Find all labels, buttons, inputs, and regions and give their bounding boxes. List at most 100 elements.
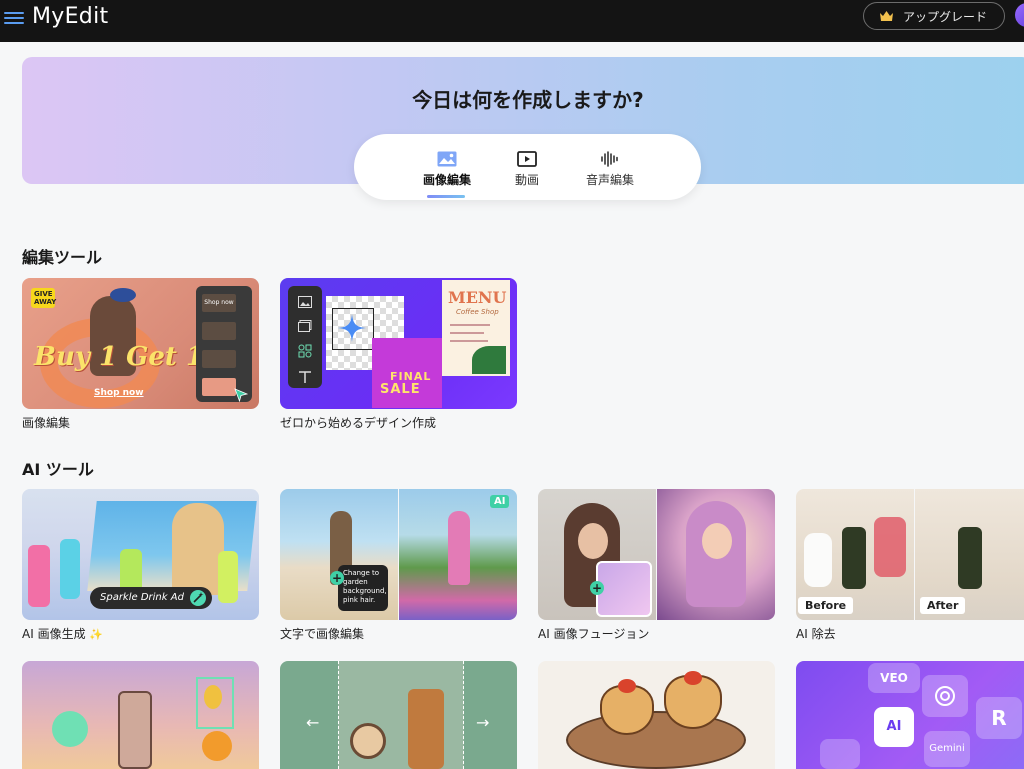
active-tab-indicator [427, 195, 465, 198]
openai-tile [922, 675, 968, 717]
brand-logo[interactable]: MyEdit [32, 4, 108, 29]
tool-card-ai-remove[interactable]: Before After AI 除去 [796, 489, 1024, 641]
butterfly-reference-thumb [596, 561, 652, 617]
section-title-ai-tools: AI ツール [22, 460, 94, 479]
menu-title: MENU [448, 288, 507, 307]
promo-text: Buy 1 Get 1 [34, 342, 205, 372]
tool-thumbnail: AI Change to garden background, pink hai… [280, 489, 517, 620]
tab-video[interactable]: 動画 [499, 134, 555, 200]
ai-badge: AI [490, 495, 510, 508]
tab-label: 画像編集 [422, 173, 471, 187]
tool-card-design[interactable]: FINAL SALE MENU Coffee Shop ゼロから始めるデザイン作… [280, 278, 517, 430]
tool-thumbnail: VEO R AI Gemini [796, 661, 1024, 769]
gemini-tile: Gemini [924, 731, 970, 767]
prompt-text: Sparkle Drink Ad [100, 592, 184, 603]
tool-card-text-image-edit[interactable]: AI Change to garden background, pink hai… [280, 489, 517, 641]
brush-mark [52, 711, 88, 747]
tool-card-row3-2[interactable]: ← → [280, 661, 517, 769]
hat-shape [110, 288, 136, 302]
avatar[interactable] [1015, 3, 1024, 27]
before-badge: Before [798, 597, 854, 614]
upgrade-label: アップグレード [903, 9, 988, 24]
flower-shape [202, 731, 232, 761]
audio-wave-icon [601, 151, 618, 167]
layer-thumb [202, 378, 236, 396]
design-toolbar [288, 286, 322, 388]
add-icon: + [330, 571, 344, 585]
veo-tile: VEO [868, 663, 920, 693]
layer-thumb: Shop now [202, 294, 236, 312]
layer-thumb [202, 350, 236, 368]
person-figure-shape [172, 503, 224, 595]
face-shape [702, 523, 732, 559]
tool-card-ai-image-generation[interactable]: Sparkle Drink Ad AI 画像生成 ✨ [22, 489, 259, 641]
app-tile [820, 739, 860, 769]
butterfly-shape [204, 685, 222, 709]
layer-thumb [202, 322, 236, 340]
strawberry-shape [684, 671, 702, 685]
tool-card-image-edit[interactable]: GIVE AWAY Buy 1 Get 1 Shop now Shop now … [22, 278, 259, 430]
tab-label: 動画 [514, 173, 539, 187]
shop-now-text: Shop now [94, 388, 144, 398]
upgrade-button[interactable]: アップグレード [863, 2, 1005, 30]
plate-shape [566, 711, 746, 769]
tool-card-label: AI 画像フュージョン [538, 627, 650, 641]
tool-thumbnail: Before After [796, 489, 1024, 620]
tool-thumbnail: FINAL SALE MENU Coffee Shop [280, 278, 517, 409]
bottle-shape [842, 527, 866, 589]
ai-tile: AI [874, 707, 914, 747]
crown-icon [880, 11, 893, 21]
magic-wand-icon [189, 590, 206, 606]
sparkle-icon: ✨ [89, 628, 104, 641]
tool-card-label: AI 画像生成 ✨ [22, 625, 103, 642]
giveaway-badge: GIVE AWAY [31, 288, 56, 308]
sparkle-icon [338, 314, 366, 342]
tab-image-edit[interactable]: 画像編集 [412, 134, 482, 200]
face-shape [578, 523, 608, 559]
candle-shape [350, 723, 386, 759]
arrow-left-icon: ← [306, 713, 320, 732]
section-title-edit-tools: 編集ツール [22, 248, 103, 267]
menu-line [450, 332, 484, 334]
menu-subtitle: Coffee Shop [456, 308, 499, 316]
tab-label: 音声編集 [585, 173, 634, 187]
tool-card-row3-1[interactable] [22, 661, 259, 769]
menu-line [450, 340, 488, 342]
tab-audio-edit[interactable]: 音声編集 [576, 134, 644, 200]
tool-card-row3-4[interactable]: VEO R AI Gemini [796, 661, 1024, 769]
page-title: 今日は何を作成しますか? [412, 88, 644, 112]
text-tool-icon [299, 371, 311, 383]
tool-card-row3-3[interactable] [538, 661, 775, 769]
after-badge: After [920, 597, 966, 614]
label-text: AI 画像生成 [22, 627, 86, 641]
cursor-icon [234, 388, 248, 402]
openai-icon [935, 686, 955, 706]
bottle-shape [218, 551, 238, 603]
menu-card: MENU Coffee Shop [442, 280, 510, 376]
menu-line [450, 324, 490, 326]
video-play-icon [517, 151, 537, 167]
tool-card-ai-image-fusion[interactable]: + AI 画像フュージョン [538, 489, 775, 641]
tool-card-label: AI 除去 [796, 627, 836, 641]
tool-card-label: ゼロから始めるデザイン作成 [280, 416, 437, 430]
layers-panel: Shop now [196, 286, 252, 402]
image-icon [298, 296, 312, 308]
layers-icon [298, 320, 312, 332]
tool-card-label: 画像編集 [22, 416, 71, 430]
bottle-shape [408, 689, 444, 769]
bottle-shape [958, 527, 982, 589]
tool-thumbnail: + [538, 489, 775, 620]
shapes-icon [298, 344, 312, 358]
removal-brush-mark [874, 517, 906, 577]
prompt-chip: Sparkle Drink Ad [90, 587, 212, 609]
hamburger-menu-icon[interactable] [4, 9, 24, 29]
strawberry-shape [618, 679, 636, 693]
r-logo-tile: R [976, 697, 1022, 739]
tool-thumbnail: GIVE AWAY Buy 1 Get 1 Shop now Shop now [22, 278, 259, 409]
tool-thumbnail: Sparkle Drink Ad [22, 489, 259, 620]
leaf-shape [472, 346, 506, 374]
tool-thumbnail [538, 661, 775, 769]
tool-thumbnail: ← → [280, 661, 517, 769]
prompt-chip: Change to garden background, pink hair. [338, 565, 388, 611]
bottle-shape [60, 539, 80, 599]
